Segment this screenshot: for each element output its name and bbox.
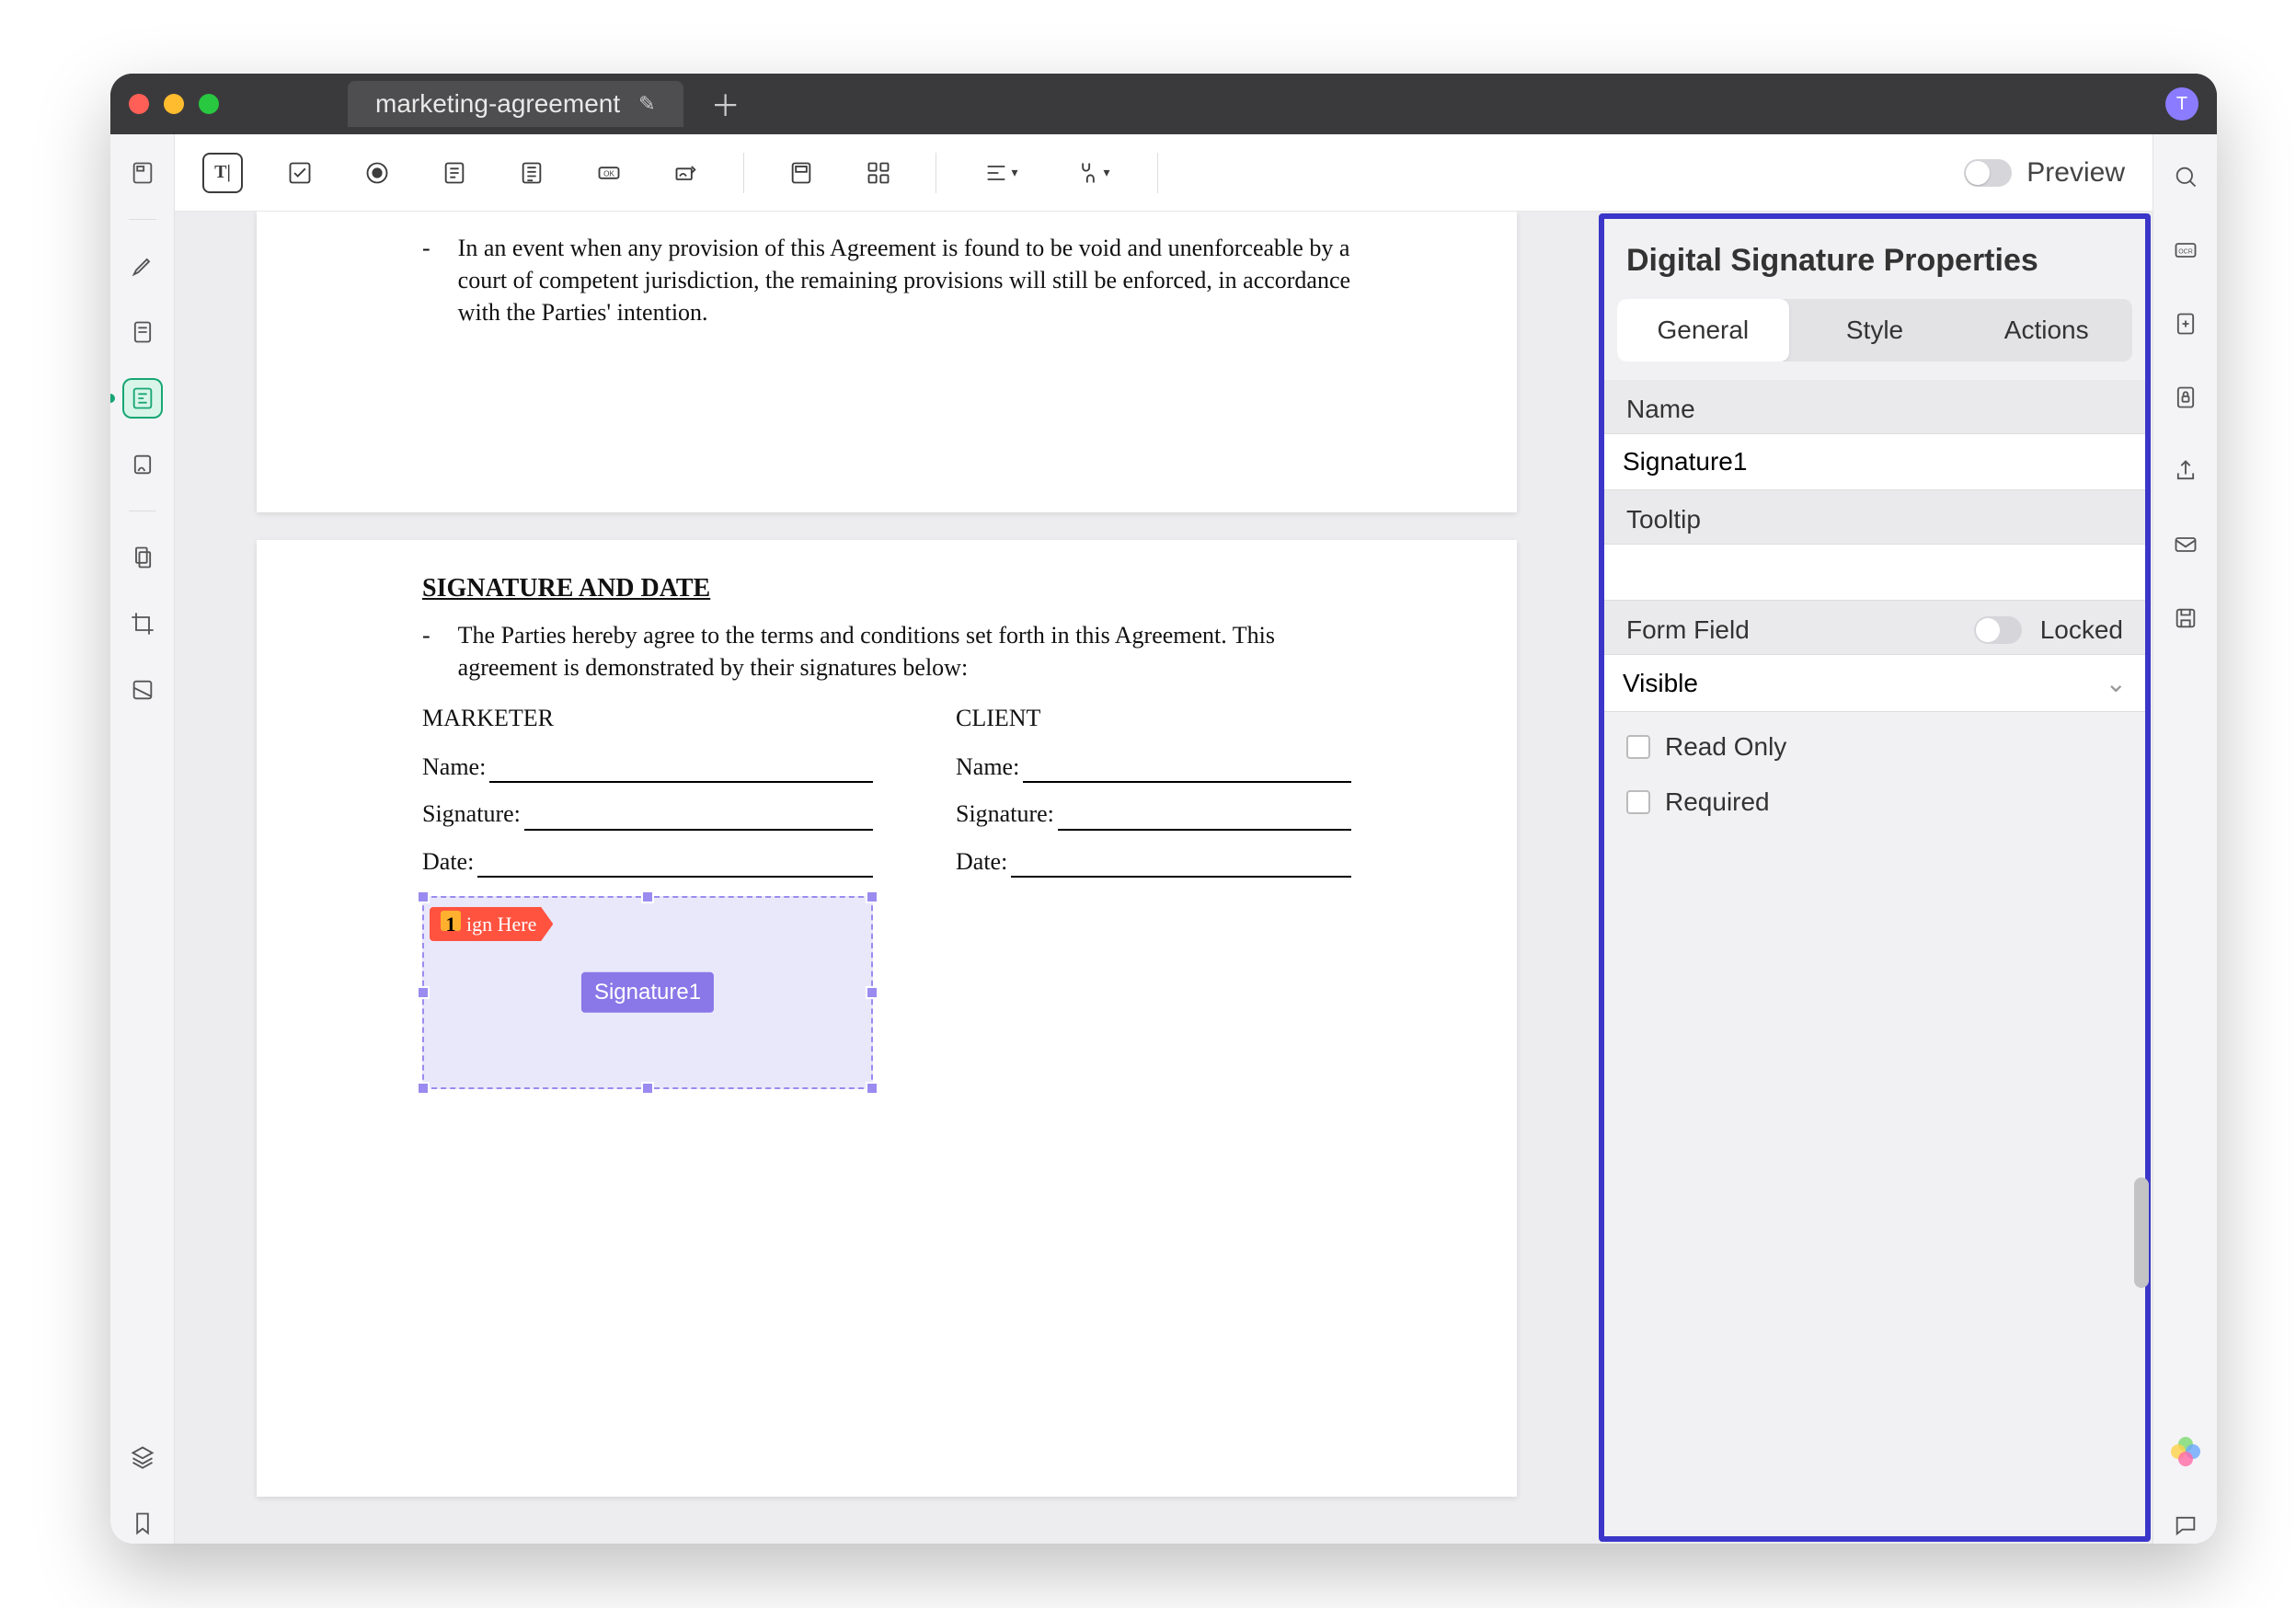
panel-tabs: General Style Actions [1617,299,2132,362]
document-tab[interactable]: marketing-agreement ✎ [348,81,683,127]
svg-text:OCR: OCR [2178,249,2193,256]
page-current: SIGNATURE AND DATE - The Parties hereby … [257,540,1517,1497]
signature-intro: The Parties hereby agree to the terms an… [458,619,1351,683]
search-icon[interactable] [2167,158,2204,195]
right-sidebar: OCR [2152,134,2217,1544]
tab-actions[interactable]: Actions [1960,299,2132,362]
resize-handle[interactable] [417,1082,430,1095]
layers-icon[interactable] [122,1437,163,1477]
convert-icon[interactable] [2167,305,2204,342]
severability-text: In an event when any provision of this A… [458,232,1351,328]
left-sidebar [110,134,175,1544]
sign-icon[interactable] [122,444,163,485]
avatar-letter: T [2176,94,2187,115]
close-window-button[interactable] [129,94,149,114]
resize-handle[interactable] [417,986,430,999]
resize-handle[interactable] [417,890,430,903]
document-canvas[interactable]: - In an event when any provision of this… [175,212,2152,1544]
signature-heading: SIGNATURE AND DATE [422,571,1351,606]
redact-icon[interactable] [122,670,163,710]
marketer-title: MARKETER [422,702,873,734]
client-title: CLIENT [956,702,1351,734]
panel-title: Digital Signature Properties [1604,219,2145,299]
name-input[interactable] [1604,433,2145,490]
app-logo-icon[interactable] [2167,1433,2204,1470]
tab-title: marketing-agreement [375,89,620,119]
scrollbar-thumb[interactable] [2134,1177,2149,1288]
button-tool[interactable]: OK [589,153,629,193]
visibility-select[interactable]: Visible ⌄ [1604,654,2145,712]
page-organize-icon[interactable] [122,537,163,578]
resize-handle[interactable] [866,986,878,999]
required-checkbox[interactable] [1626,790,1650,814]
sign-here-flag: 1ign Here [430,907,553,942]
new-tab-button[interactable]: ＋ [711,83,740,125]
protect-icon[interactable] [2167,379,2204,416]
crop-icon[interactable] [122,603,163,644]
tab-general[interactable]: General [1617,299,1789,362]
properties-panel: Digital Signature Properties General Sty… [1599,213,2151,1542]
edit-icon[interactable] [122,312,163,352]
field-group-tool[interactable] [858,153,899,193]
text-field-tool[interactable]: T| [202,153,243,193]
titlebar: marketing-agreement ✎ ＋ T [110,74,2217,134]
form-toolbar: T| OK ▾ ▾ Preview [175,134,2152,212]
app-window: marketing-agreement ✎ ＋ T [110,74,2217,1544]
signature-field-label: Signature1 [581,971,714,1012]
bookmark-icon[interactable] [122,1503,163,1544]
resize-handle[interactable] [641,1082,654,1095]
window-controls [129,94,219,114]
chevron-down-icon: ⌄ [2106,668,2127,698]
checkbox-tool[interactable] [280,153,320,193]
save-icon[interactable] [2167,600,2204,637]
radio-tool[interactable] [357,153,397,193]
resize-handle[interactable] [641,890,654,903]
comment-icon[interactable] [2167,1507,2204,1544]
maximize-window-button[interactable] [199,94,219,114]
readonly-checkbox[interactable] [1626,735,1650,759]
tooltip-label: Tooltip [1604,490,2145,544]
page-prev: - In an event when any provision of this… [257,212,1517,512]
preview-toggle[interactable] [1964,159,2012,187]
required-label: Required [1665,787,1770,817]
align-tool[interactable]: ▾ [973,153,1028,193]
resize-handle[interactable] [866,1082,878,1095]
svg-text:OK: OK [603,169,614,178]
preview-label: Preview [2026,157,2125,189]
dropdown-tool[interactable] [434,153,475,193]
image-field-tool[interactable] [781,153,821,193]
email-icon[interactable] [2167,526,2204,563]
share-icon[interactable] [2167,453,2204,489]
signature-field[interactable]: 1ign Here Signature1 [422,896,873,1089]
highlight-icon[interactable] [122,246,163,286]
listbox-tool[interactable] [511,153,552,193]
thumbnails-icon[interactable] [122,153,163,193]
readonly-label: Read Only [1665,732,1786,762]
tab-style[interactable]: Style [1789,299,1961,362]
signature-tool[interactable] [666,153,706,193]
tools-tool[interactable]: ▾ [1065,153,1120,193]
tooltip-input[interactable] [1604,544,2145,601]
forms-icon[interactable] [122,378,163,419]
locked-toggle[interactable] [1974,616,2022,644]
ocr-icon[interactable]: OCR [2167,232,2204,269]
pencil-icon[interactable]: ✎ [638,92,655,116]
name-label: Name [1604,380,2145,433]
formfield-label: Form Field Locked [1604,601,2145,654]
locked-label: Locked [2040,615,2123,645]
avatar[interactable]: T [2165,87,2198,121]
resize-handle[interactable] [866,890,878,903]
minimize-window-button[interactable] [164,94,184,114]
